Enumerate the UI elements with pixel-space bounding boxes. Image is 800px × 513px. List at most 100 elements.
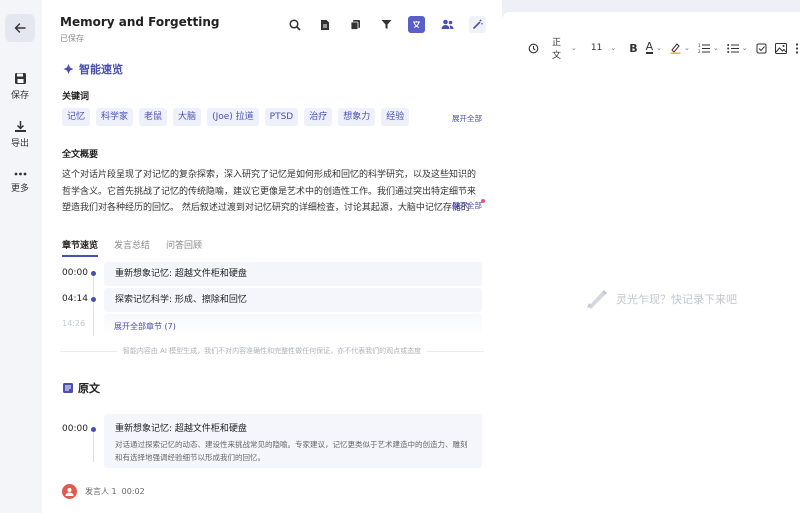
transcript-card[interactable]: 重新想象记忆: 超越文件柜和硬盘 对话通过探索记忆的动态、建设性来挑战常见的隐喻… [104, 414, 482, 468]
highlighter-icon [670, 43, 681, 54]
svg-text:1: 1 [698, 43, 701, 48]
chevron-down-icon: ⌄ [656, 44, 663, 52]
chevron-down-icon: ⌄ [684, 44, 690, 52]
ordered-list-button[interactable]: 12 ⌄ [698, 43, 719, 54]
keyword-chip[interactable]: 经验 [381, 108, 410, 126]
panel-toolbar [286, 16, 500, 33]
speaker-name: 发言人 1 [85, 487, 117, 496]
save-button[interactable]: 保存 [0, 72, 40, 101]
text-style-value: 正文 [552, 38, 562, 61]
keyword-chip[interactable]: 治疗 [304, 108, 333, 126]
export-button[interactable]: 导出 [0, 120, 40, 149]
expand-chapters-link[interactable]: 展开全部章节 (7) [114, 321, 176, 332]
more-button[interactable]: 更多 [0, 170, 40, 194]
timeline-dot [91, 271, 96, 276]
sparkle-icon [63, 63, 74, 74]
bullet-list-icon [726, 43, 739, 53]
summary-text: 这个对话片段呈现了对记忆的复杂探索，深入研究了记忆是如何形成和回忆的科学研究，以… [62, 170, 477, 213]
chevron-down-icon: ⌄ [571, 44, 577, 52]
summary-label: 全文概要 [62, 150, 99, 160]
transcript-title: 重新想象记忆: 超越文件柜和硬盘 [115, 424, 247, 434]
keyword-chip[interactable]: 科学家 [96, 108, 134, 126]
chapter-item[interactable]: 00:00 重新想象记忆: 超越文件柜和硬盘 [62, 262, 482, 286]
image-icon [774, 42, 787, 54]
font-size-select[interactable]: 11 ⌄ [591, 43, 616, 53]
more-dots-icon [14, 172, 26, 176]
export-label: 导出 [10, 139, 29, 149]
editor-toolbar: 正文 ⌄ 11 ⌄ B A ⌄ ⌄ 12 ⌄ ⌄ [528, 38, 800, 61]
user-avatar-icon [65, 488, 74, 496]
keywords-label: 关键词 [62, 92, 90, 102]
bullet-list-button[interactable]: ⌄ [726, 43, 748, 54]
divider-line [427, 350, 484, 352]
checkbox-button[interactable] [756, 43, 767, 54]
keyword-chip[interactable]: (Joe) 拉道 [207, 108, 259, 126]
original-text-title: 原文 [78, 382, 100, 395]
chevron-down-icon: ⌄ [610, 44, 617, 52]
original-text-header: 原文 [62, 380, 100, 396]
back-button[interactable] [5, 14, 35, 42]
note-editor[interactable]: 正文 ⌄ 11 ⌄ B A ⌄ ⌄ 12 ⌄ ⌄ 灵光乍现？快记录下来吧 [502, 12, 800, 513]
download-icon [14, 121, 26, 132]
history-button[interactable] [528, 43, 539, 54]
filter-icon [381, 20, 391, 29]
more-label: 更多 [10, 184, 29, 194]
font-color-icon: A [645, 40, 654, 54]
history-icon [528, 43, 539, 53]
editor-more-button[interactable] [795, 42, 799, 54]
keyword-chip[interactable]: 想象力 [338, 108, 376, 126]
search-button[interactable] [286, 16, 303, 33]
insert-image-button[interactable] [774, 42, 787, 54]
tab-chapters[interactable]: 章节速览 [62, 238, 99, 257]
more-vertical-icon [795, 42, 798, 54]
speaker-time: 00:02 [121, 487, 145, 496]
chapter-time: 00:00 [62, 268, 88, 278]
chapter-item[interactable]: 04:14 探索记忆科学: 形成、擦除和回忆 [62, 288, 482, 312]
keyword-chip[interactable]: 记忆 [62, 108, 91, 126]
chapter-title: 探索记忆科学: 形成、擦除和回忆 [104, 288, 482, 312]
chevron-down-icon: ⌄ [741, 44, 748, 52]
save-icon [14, 73, 26, 84]
highlight-button[interactable]: ⌄ [670, 42, 690, 54]
tab-qa-review[interactable]: 问答回顾 [166, 238, 202, 257]
document-button[interactable] [317, 16, 334, 33]
speaker-avatar [62, 484, 77, 499]
document-title[interactable]: Memory and Forgetting [60, 15, 219, 29]
font-color-button[interactable]: A ⌄ [645, 40, 663, 54]
copy-icon [350, 20, 360, 30]
chapter-faded-time: 14:26 [62, 319, 86, 328]
users-icon [441, 19, 453, 29]
text-style-select[interactable]: 正文 ⌄ [552, 35, 577, 61]
svg-text:2: 2 [698, 49, 701, 54]
keyword-chip[interactable]: 老鼠 [139, 108, 168, 126]
keyword-chip[interactable]: 大脑 [173, 108, 202, 126]
timeline-dot [91, 297, 96, 302]
save-status: 已保存 [60, 34, 84, 43]
ai-magic-button[interactable] [469, 16, 486, 33]
summary-tabs: 章节速览 发言总结 问答回顾 [62, 238, 218, 257]
translate-button[interactable] [408, 16, 425, 33]
keyword-list: 记忆 科学家 老鼠 大脑 (Joe) 拉道 PTSD 治疗 想象力 经验 [62, 108, 415, 126]
tab-speaker-summary[interactable]: 发言总结 [114, 238, 150, 257]
filter-button[interactable] [378, 16, 395, 33]
checkbox-icon [756, 43, 767, 53]
magic-wand-icon [472, 19, 483, 30]
transcript-icon [63, 383, 73, 393]
transcript-time: 00:00 [62, 424, 88, 434]
keywords-expand-link[interactable]: 展开全部 [452, 113, 482, 124]
editor-placeholder: 灵光乍现？快记录下来吧 [586, 289, 737, 309]
speakers-button[interactable] [439, 16, 456, 33]
unread-dot [481, 199, 485, 203]
pen-icon [587, 290, 607, 309]
document-icon [321, 19, 329, 30]
chapter-title: 重新想象记忆: 超越文件柜和硬盘 [104, 262, 482, 286]
speaker-row[interactable]: 发言人 1 00:02 [62, 484, 145, 499]
summary-expand-link[interactable]: 展开全部 [452, 200, 482, 211]
keyword-chip[interactable]: PTSD [264, 108, 299, 126]
summary-panel: Memory and Forgetting 已保存 智能速览 关键词 记忆 科学… [42, 0, 502, 513]
translate-icon [413, 21, 420, 28]
transcript-body: 对话通过探索记忆的动态、建设性来挑战常见的隐喻。专家建议，记忆更类似于艺术建造中… [115, 440, 468, 462]
copy-button[interactable] [347, 16, 364, 33]
bold-button[interactable]: B [629, 42, 637, 55]
ai-disclaimer: 智能内容由 AI 模型生成，我们不对内容准确性和完整性做任何保证，亦不代表我们的… [60, 346, 484, 356]
